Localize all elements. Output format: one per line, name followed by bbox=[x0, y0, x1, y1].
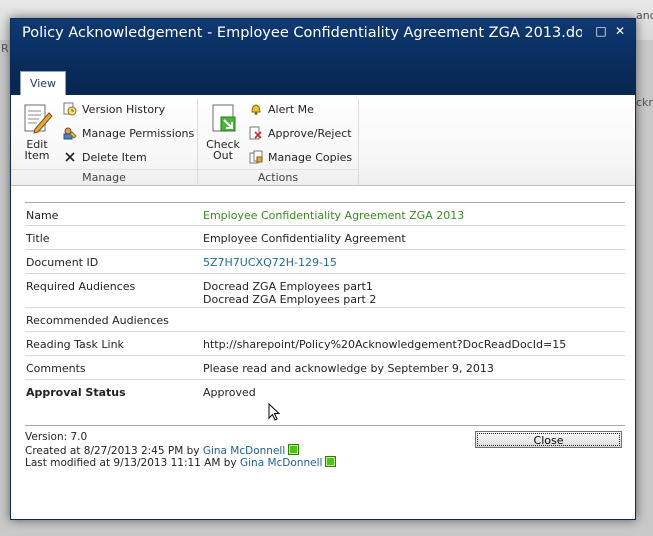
check-out-icon bbox=[212, 104, 236, 132]
approve-reject-icon bbox=[249, 126, 262, 140]
property-row-recommended-audiences: Recommended Audiences bbox=[25, 308, 625, 332]
edit-item-icon bbox=[24, 104, 53, 134]
background-text-fragment: ckno bbox=[636, 96, 653, 109]
alert-bell-icon bbox=[251, 104, 261, 115]
version-text: Version: 7.0 bbox=[25, 431, 88, 443]
version-history-icon bbox=[63, 102, 77, 116]
dialog-title: Policy Acknowledgement - Employee Confid… bbox=[22, 25, 582, 41]
version-history-label: Version History bbox=[82, 103, 166, 116]
property-row-title: Title Employee Confidentiality Agreement bbox=[25, 226, 625, 250]
background-text-fragment: ano bbox=[636, 9, 653, 22]
check-out-button[interactable]: Check Out bbox=[204, 103, 242, 161]
audience-item: Docread ZGA Employees part 2 bbox=[203, 293, 377, 306]
property-label: Title bbox=[26, 232, 50, 245]
alert-me-button[interactable]: Alert Me bbox=[249, 102, 314, 116]
property-row-comments: Comments Please read and acknowledge by … bbox=[25, 356, 625, 380]
tab-view[interactable]: View bbox=[20, 71, 66, 95]
modified-text: Last modified at 9/13/2013 11:11 AM by bbox=[25, 457, 237, 469]
close-icon[interactable]: ✕ bbox=[613, 24, 627, 38]
manage-permissions-icon bbox=[63, 127, 77, 140]
manage-permissions-label: Manage Permissions bbox=[82, 127, 195, 140]
footer-divider bbox=[25, 425, 625, 426]
modified-info: Last modified at 9/13/2013 11:11 AM by G… bbox=[25, 456, 337, 469]
property-row-document-id: Document ID 5Z7H7UCXQ72H-129-15 bbox=[25, 250, 625, 274]
approve-reject-label: Approve/Reject bbox=[268, 127, 352, 140]
property-value: Docread ZGA Employees part1 Docread ZGA … bbox=[203, 280, 623, 306]
property-label: Required Audiences bbox=[26, 280, 136, 293]
manage-copies-label: Manage Copies bbox=[268, 151, 353, 164]
delete-icon bbox=[65, 152, 75, 162]
document-name-link[interactable]: Employee Confidentiality Agreement ZGA 2… bbox=[203, 209, 623, 222]
property-label: Name bbox=[26, 209, 59, 222]
version-history-button[interactable]: Version History bbox=[63, 102, 165, 116]
manage-permissions-button[interactable]: Manage Permissions bbox=[63, 126, 194, 140]
manage-copies-button[interactable]: Manage Copies bbox=[249, 150, 352, 164]
ribbon: Edit Item Version History Manage Permiss… bbox=[11, 95, 635, 186]
document-id-link[interactable]: 5Z7H7UCXQ72H-129-15 bbox=[203, 256, 623, 269]
close-button[interactable]: Close bbox=[475, 431, 622, 448]
maximize-icon[interactable]: □ bbox=[594, 24, 608, 38]
ribbon-group-manage-label: Manage bbox=[11, 169, 197, 186]
property-value: Please read and acknowledge by September… bbox=[203, 362, 494, 375]
property-value: Employee Confidentiality Agreement bbox=[203, 232, 406, 245]
edit-item-label-line2: Item bbox=[24, 149, 50, 162]
properties-table: Name Employee Confidentiality Agreement … bbox=[25, 202, 625, 404]
modified-by-link[interactable]: Gina McDonnell bbox=[240, 457, 322, 469]
property-row-name: Name Employee Confidentiality Agreement … bbox=[25, 203, 625, 226]
ribbon-group-separator bbox=[358, 99, 359, 185]
property-row-reading-task-link: Reading Task Link http://sharepoint/Poli… bbox=[25, 332, 625, 356]
mouse-pointer-icon bbox=[268, 403, 280, 421]
edit-item-button[interactable]: Edit Item bbox=[19, 103, 55, 161]
background-text-fragment: R bbox=[1, 42, 9, 55]
alert-me-label: Alert Me bbox=[268, 103, 314, 116]
dialog-titlebar: Policy Acknowledgement - Employee Confid… bbox=[11, 19, 635, 95]
check-out-label-line2: Out bbox=[213, 149, 233, 162]
delete-item-button[interactable]: Delete Item bbox=[63, 150, 147, 164]
property-row-required-audiences: Required Audiences Docread ZGA Employees… bbox=[25, 274, 625, 308]
property-label: Document ID bbox=[26, 256, 99, 269]
property-label: Reading Task Link bbox=[26, 338, 124, 351]
ribbon-group-actions-label: Actions bbox=[198, 169, 358, 186]
property-value: http://sharepoint/Policy%20Acknowledgeme… bbox=[203, 338, 567, 351]
presence-icon bbox=[325, 456, 337, 467]
presence-icon bbox=[288, 444, 300, 455]
policy-dialog: Policy Acknowledgement - Employee Confid… bbox=[10, 18, 636, 520]
delete-item-label: Delete Item bbox=[82, 151, 147, 164]
audience-item: Docread ZGA Employees part1 bbox=[203, 280, 373, 293]
approve-reject-button[interactable]: Approve/Reject bbox=[249, 126, 352, 140]
property-label: Approval Status bbox=[26, 386, 126, 399]
property-label: Recommended Audiences bbox=[26, 314, 169, 327]
property-label: Comments bbox=[26, 362, 86, 375]
property-value: Approved bbox=[203, 386, 256, 399]
property-row-approval-status: Approval Status Approved bbox=[25, 380, 625, 404]
manage-copies-icon bbox=[249, 150, 263, 164]
